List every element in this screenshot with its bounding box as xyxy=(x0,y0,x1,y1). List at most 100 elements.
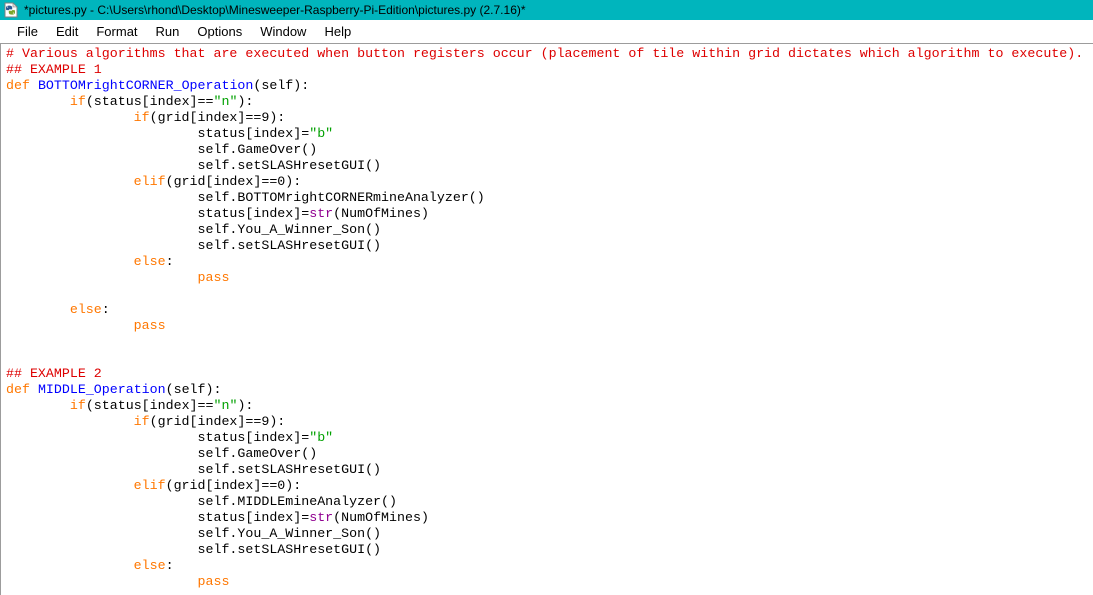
code-token-keyword: else xyxy=(133,254,166,269)
menu-item-file[interactable]: File xyxy=(8,20,47,43)
code-line: if(status[index]=="n"): xyxy=(6,94,1093,110)
code-line: if(grid[index]==9): xyxy=(6,414,1093,430)
editor-text-area[interactable]: # Various algorithms that are executed w… xyxy=(0,43,1093,595)
code-token-plain: ): xyxy=(237,94,254,109)
code-line: elif(grid[index]==0): xyxy=(6,174,1093,190)
code-token-plain: self.MIDDLEmineAnalyzer() xyxy=(6,494,398,509)
code-line: self.You_A_Winner_Son() xyxy=(6,526,1093,542)
code-token-plain: self.setSLASHresetGUI() xyxy=(6,238,382,253)
code-token-keyword: pass xyxy=(197,270,230,285)
code-token-builtin: str xyxy=(309,206,334,221)
code-token-plain: self.BOTTOMrightCORNERmineAnalyzer() xyxy=(6,190,485,205)
code-token-plain: (grid[index]==0): xyxy=(165,478,302,493)
code-token-def: def xyxy=(6,382,30,397)
code-token-keyword: if xyxy=(69,94,86,109)
code-token-plain: (NumOfMines) xyxy=(333,206,429,221)
code-token-builtin: str xyxy=(309,510,334,525)
code-line: if(grid[index]==9): xyxy=(6,110,1093,126)
code-line: self.setSLASHresetGUI() xyxy=(6,542,1093,558)
code-token-plain: (self): xyxy=(165,382,222,397)
code-token-string: "b" xyxy=(309,126,334,141)
code-line: elif(grid[index]==0): xyxy=(6,478,1093,494)
code-token-plain: (NumOfMines) xyxy=(333,510,429,525)
code-token-plain: self.setSLASHresetGUI() xyxy=(6,158,382,173)
menu-item-format[interactable]: Format xyxy=(87,20,146,43)
code-token-plain: status[index]= xyxy=(6,510,310,525)
code-token-plain: self.You_A_Winner_Son() xyxy=(6,222,382,237)
code-line: self.GameOver() xyxy=(6,142,1093,158)
code-line: self.BOTTOMrightCORNERmineAnalyzer() xyxy=(6,190,1093,206)
code-line: ## EXAMPLE 2 xyxy=(6,366,1093,382)
code-token-keyword: if xyxy=(69,398,86,413)
code-line: def MIDDLE_Operation(self): xyxy=(6,382,1093,398)
code-token-plain: (grid[index]==9): xyxy=(149,414,286,429)
code-line: status[index]="b" xyxy=(6,430,1093,446)
code-line: self.You_A_Winner_Son() xyxy=(6,222,1093,238)
code-line: self.setSLASHresetGUI() xyxy=(6,462,1093,478)
code-token-fname: MIDDLE_Operation xyxy=(37,382,166,397)
menu-item-edit[interactable]: Edit xyxy=(47,20,87,43)
code-token-keyword: pass xyxy=(133,318,166,333)
menu-item-window[interactable]: Window xyxy=(251,20,315,43)
code-line: pass xyxy=(6,270,1093,286)
menu-item-options[interactable]: Options xyxy=(188,20,251,43)
code-line: pass xyxy=(6,318,1093,334)
code-line: if(status[index]=="n"): xyxy=(6,398,1093,414)
code-token-plain: (grid[index]==0): xyxy=(165,174,302,189)
code-token-string: "n" xyxy=(213,94,238,109)
code-line: status[index]=str(NumOfMines) xyxy=(6,510,1093,526)
code-line: pass xyxy=(6,574,1093,590)
code-token-plain: : xyxy=(165,558,174,573)
code-line: status[index]=str(NumOfMines) xyxy=(6,206,1093,222)
code-token-keyword: if xyxy=(133,414,150,429)
menu-item-run[interactable]: Run xyxy=(147,20,189,43)
code-token-plain: : xyxy=(101,302,110,317)
code-token-keyword: else xyxy=(69,302,102,317)
code-line: self.GameOver() xyxy=(6,446,1093,462)
code-token-plain: self.GameOver() xyxy=(6,446,318,461)
code-line: self.setSLASHresetGUI() xyxy=(6,158,1093,174)
code-token-plain: (status[index]== xyxy=(85,398,214,413)
code-line: self.MIDDLEmineAnalyzer() xyxy=(6,494,1093,510)
title-bar: *pictures.py - C:\Users\rhond\Desktop\Mi… xyxy=(0,0,1093,20)
code-token-plain: : xyxy=(165,254,174,269)
code-token-plain: self.setSLASHresetGUI() xyxy=(6,462,382,477)
code-line: def BOTTOMrightCORNER_Operation(self): xyxy=(6,78,1093,94)
code-line: ## EXAMPLE 1 xyxy=(6,62,1093,78)
window-title: *pictures.py - C:\Users\rhond\Desktop\Mi… xyxy=(24,3,526,17)
code-line: status[index]="b" xyxy=(6,126,1093,142)
code-token-comment: ## EXAMPLE 1 xyxy=(6,62,102,77)
code-token-plain: status[index]= xyxy=(6,126,310,141)
code-line: else: xyxy=(6,302,1093,318)
code-token-plain: status[index]= xyxy=(6,206,310,221)
code-token-comment: # Various algorithms that are executed w… xyxy=(6,46,1084,61)
code-token-plain: (grid[index]==9): xyxy=(149,110,286,125)
code-token-keyword: else xyxy=(133,558,166,573)
code-token-comment: ## EXAMPLE 2 xyxy=(6,366,102,381)
source-code[interactable]: # Various algorithms that are executed w… xyxy=(1,44,1093,595)
code-line: else: xyxy=(6,558,1093,574)
code-token-keyword: pass xyxy=(197,574,230,589)
code-line: # Various algorithms that are executed w… xyxy=(6,46,1093,62)
code-line: else: xyxy=(6,254,1093,270)
menu-bar: File Edit Format Run Options Window Help xyxy=(0,20,1093,43)
code-token-plain: self.GameOver() xyxy=(6,142,318,157)
menu-item-help[interactable]: Help xyxy=(315,20,360,43)
code-token-fname: BOTTOMrightCORNER_Operation xyxy=(37,78,254,93)
